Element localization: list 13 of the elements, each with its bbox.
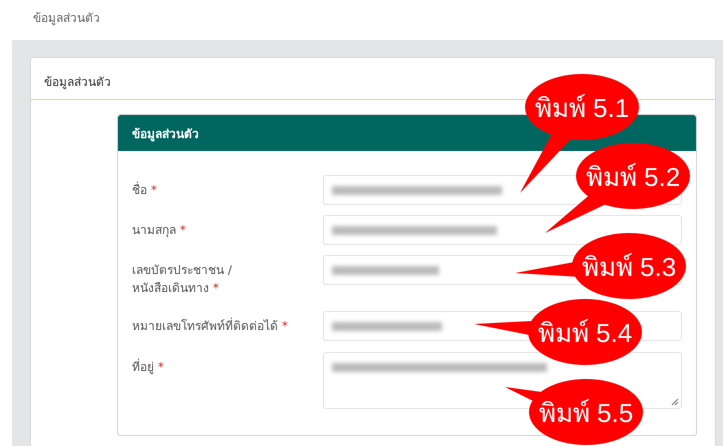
resize-grip-icon[interactable] bbox=[671, 398, 679, 406]
field-label: ที่อยู่ * bbox=[132, 358, 165, 376]
field-label: ชื่อ * bbox=[132, 180, 158, 199]
field-label: หมายเลขโทรศัพท์ที่ติดต่อได้ * bbox=[132, 316, 289, 335]
field-label: เลขบัตรประชาชน / หนังสือเดินทาง * bbox=[132, 262, 233, 297]
breadcrumb: ข้อมูลส่วนตัว bbox=[32, 10, 101, 28]
callout-tooltip: พิมพ์ 5.4 bbox=[474, 299, 642, 365]
input-field[interactable] bbox=[323, 215, 682, 245]
callout-tooltip: พิมพ์ 5.5 bbox=[505, 379, 643, 445]
field-label: นามสกุล * bbox=[132, 222, 187, 240]
callout-tooltip: พิมพ์ 5.3 bbox=[515, 233, 686, 299]
callout-tooltip: พิมพ์ 5.2 bbox=[545, 143, 690, 233]
card-title: ข้อมูลส่วนตัว bbox=[44, 75, 111, 89]
